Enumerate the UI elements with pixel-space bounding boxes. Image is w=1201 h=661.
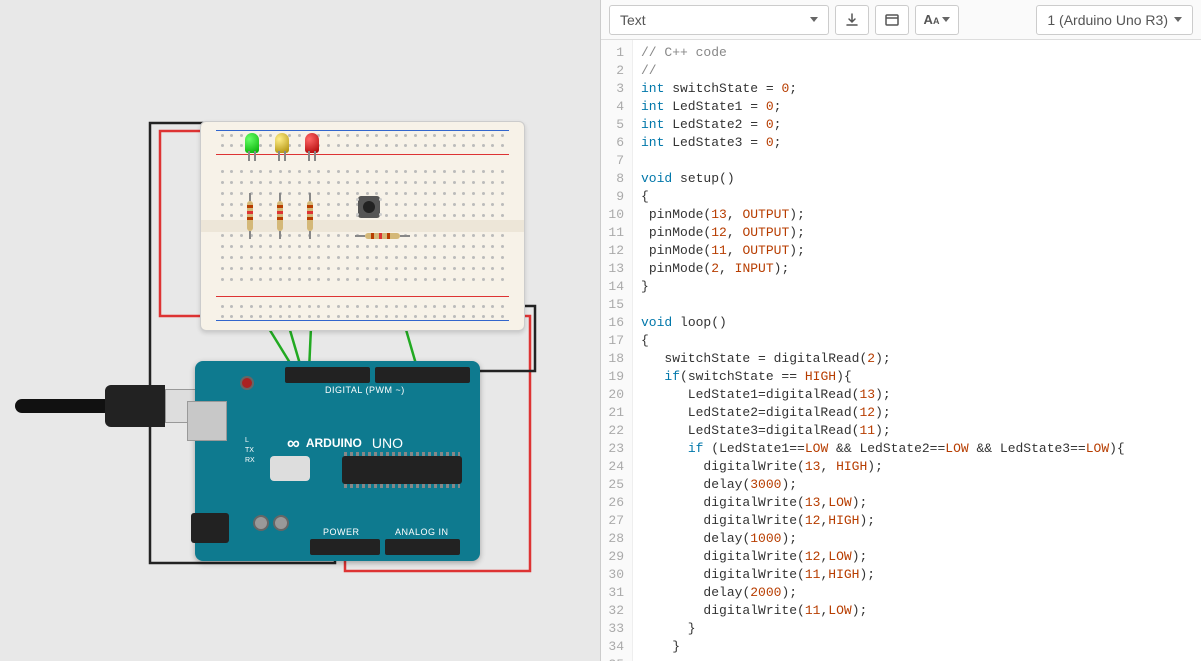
font-size-button[interactable]: AA <box>915 5 959 35</box>
code-toolbar: Text AA 1 (Arduino Uno R3) <box>601 0 1201 40</box>
board-select-dropdown[interactable]: 1 (Arduino Uno R3) <box>1036 5 1193 35</box>
arduino-reset-button[interactable] <box>240 376 254 390</box>
arduino-txrx-leds: L TX RX <box>245 436 255 466</box>
code-mode-label: Text <box>620 12 646 28</box>
library-icon <box>884 12 900 28</box>
hole-grid <box>219 134 506 137</box>
arduino-smd <box>270 456 310 481</box>
hole-grid <box>219 232 506 284</box>
arduino-power-label: POWER <box>323 527 360 537</box>
download-icon <box>844 12 860 28</box>
arduino-capacitor <box>253 515 269 531</box>
arduino-digital-label: DIGITAL (PWM ~) <box>325 385 405 395</box>
code-editor-pane: Text AA 1 (Arduino Uno R3) 1234567891011… <box>600 0 1201 661</box>
line-number-gutter: 1234567891011121314151617181920212223242… <box>601 40 633 661</box>
code-mode-dropdown[interactable]: Text <box>609 5 829 35</box>
resistor-4[interactable] <box>365 233 400 239</box>
hole-grid <box>219 144 506 147</box>
resistor-2[interactable] <box>277 201 283 231</box>
arduino-analog-headers[interactable] <box>385 539 460 555</box>
resistor-3[interactable] <box>307 201 313 231</box>
arduino-power-headers[interactable] <box>310 539 380 555</box>
hole-grid <box>219 315 506 318</box>
chevron-down-icon <box>942 17 950 22</box>
arduino-digital-headers-1[interactable] <box>285 367 370 383</box>
library-button[interactable] <box>875 5 909 35</box>
download-button[interactable] <box>835 5 869 35</box>
led-yellow[interactable] <box>275 133 289 153</box>
arduino-usb-port <box>187 401 227 441</box>
arduino-analog-label: ANALOG IN <box>395 527 449 537</box>
led-red[interactable] <box>305 133 319 153</box>
arduino-logo: ∞ ARDUINO UNO <box>287 433 403 454</box>
push-button[interactable] <box>358 196 380 218</box>
led-green[interactable] <box>245 133 259 153</box>
arduino-power-jack <box>191 513 229 543</box>
breadboard-bottom-rail <box>211 294 514 324</box>
circuit-canvas[interactable]: DIGITAL (PWM ~) POWER ANALOG IN ∞ ARDUIN… <box>40 81 560 581</box>
board-select-label: 1 (Arduino Uno R3) <box>1047 12 1168 28</box>
hole-grid <box>219 305 506 308</box>
chevron-down-icon <box>1174 17 1182 22</box>
font-size-icon: AA <box>924 12 940 27</box>
arduino-capacitor <box>273 515 289 531</box>
chevron-down-icon <box>810 17 818 22</box>
arduino-uno[interactable]: DIGITAL (PWM ~) POWER ANALOG IN ∞ ARDUIN… <box>195 361 480 561</box>
code-editor[interactable]: 1234567891011121314151617181920212223242… <box>601 40 1201 661</box>
arduino-atmega-chip <box>342 456 462 484</box>
usb-cable[interactable] <box>20 381 200 431</box>
code-content[interactable]: // C++ code//int switchState = 0;int Led… <box>633 40 1133 661</box>
resistor-1[interactable] <box>247 201 253 231</box>
circuit-canvas-pane[interactable]: DIGITAL (PWM ~) POWER ANALOG IN ∞ ARDUIN… <box>0 0 600 661</box>
arduino-digital-headers-2[interactable] <box>375 367 470 383</box>
